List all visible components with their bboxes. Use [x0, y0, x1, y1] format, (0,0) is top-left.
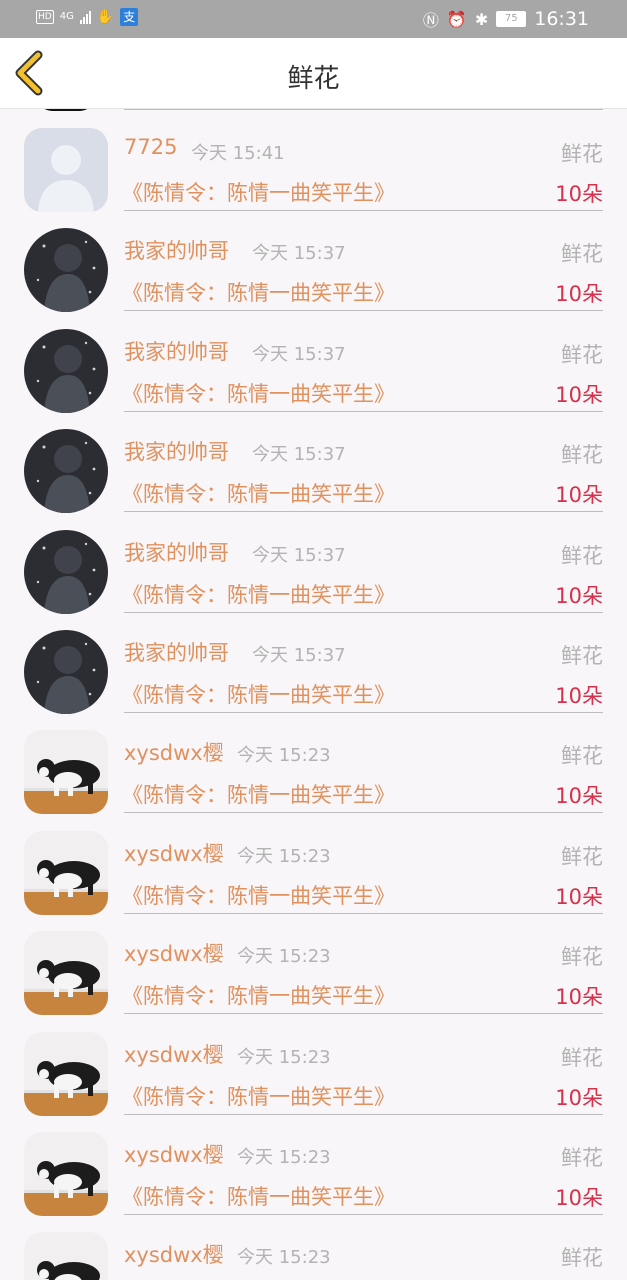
song-title[interactable]: 《陈情令：陈情一曲笑平生》	[122, 478, 395, 508]
gift-type: 鲜花	[561, 142, 603, 166]
notification-icon: ✋	[96, 9, 115, 25]
list-item[interactable]: 我家的帅哥 今天 15:37 鲜花《陈情令：陈情一曲笑平生》 10朵	[0, 511, 627, 614]
avatar[interactable]	[24, 228, 108, 313]
avatar[interactable]	[24, 1031, 108, 1116]
battery-icon: 75	[496, 11, 527, 27]
signal-icon	[79, 10, 91, 24]
sender-name[interactable]: xysdwx樱	[124, 1039, 224, 1069]
list-item[interactable]: 我家的帅哥 今天 15:37 鲜花《陈情令：陈情一曲笑平生》 10朵	[0, 410, 627, 514]
avatar[interactable]	[24, 1132, 108, 1216]
gift-type: 鲜花	[561, 744, 603, 769]
song-title[interactable]: 《陈情令：陈情一曲笑平生》	[122, 277, 395, 307]
sent-time: 今天 15:23	[237, 946, 331, 968]
sent-time: 今天 15:23	[237, 1147, 331, 1168]
avatar[interactable]	[24, 429, 108, 514]
avatar[interactable]	[24, 931, 108, 1016]
sender-name[interactable]: xysdwx樱	[124, 1239, 224, 1269]
gift-type: 鲜花	[561, 1146, 603, 1170]
list-item[interactable]: 我家的帅哥 今天 15:37 鲜花《陈情令：陈情一曲笑平生》 10朵	[0, 209, 627, 313]
nfc-icon: Ⓝ	[422, 11, 439, 30]
gift-type: 鲜花	[561, 644, 603, 668]
list-item[interactable]: 7725 今天 15:41 鲜花《陈情令：陈情一曲笑平生》 10朵	[0, 109, 627, 212]
avatar[interactable]	[24, 730, 108, 815]
sender-name[interactable]: 7725	[124, 135, 177, 159]
song-title[interactable]: 《陈情令：陈情一曲笑平生》	[122, 579, 395, 609]
gift-quantity: 10朵	[555, 884, 603, 909]
avatar[interactable]	[24, 830, 108, 915]
gift-quantity: 10朵	[555, 182, 603, 206]
sent-time: 今天 15:37	[252, 243, 346, 265]
sender-name[interactable]: xysdwx樱	[124, 838, 224, 868]
sent-time: 今天 15:37	[252, 444, 346, 466]
sender-name[interactable]: xysdwx樱	[124, 737, 224, 767]
gift-quantity: 10朵	[555, 1186, 603, 1210]
status-right: Ⓝ ⏰ ✱ 75 16:31	[423, 7, 589, 31]
sent-time: 今天 15:41	[191, 143, 285, 164]
song-title[interactable]: 《陈情令：陈情一曲笑平生》	[122, 177, 395, 207]
list-item[interactable]: xysdwx樱 今天 15:23 鲜花《陈情令：陈情一曲笑平生》 10朵	[0, 1013, 627, 1116]
list-item[interactable]: xysdwx樱 今天 15:23 鲜花《陈情令：陈情一曲笑平生》 10朵	[0, 912, 627, 1016]
status-left: HD 4G ✋ 支	[36, 8, 139, 26]
status-bar: HD 4G ✋ 支 Ⓝ ⏰ ✱ 75 16:31	[0, 0, 627, 38]
song-title[interactable]: 《陈情令：陈情一曲笑平生》	[122, 1181, 395, 1211]
song-title[interactable]: 《陈情令：陈情一曲笑平生》	[122, 880, 395, 910]
gift-type: 鲜花	[561, 945, 603, 970]
sender-name[interactable]: 我家的帅哥	[124, 235, 229, 265]
gift-quantity: 10朵	[555, 282, 603, 307]
sender-name[interactable]: 我家的帅哥	[124, 336, 229, 366]
sent-time: 今天 15:23	[237, 745, 331, 767]
list-item[interactable]: 我家的帅哥 今天 15:37 鲜花《陈情令：陈情一曲笑平生》 10朵	[0, 611, 627, 714]
avatar[interactable]	[24, 328, 108, 413]
sender-name[interactable]: 我家的帅哥	[124, 637, 229, 667]
gift-type: 鲜花	[561, 242, 603, 267]
nav-bar: 鲜花	[0, 38, 627, 109]
alipay-icon: 支	[120, 8, 139, 26]
gift-type: 鲜花	[561, 1045, 603, 1070]
gift-type: 鲜花	[561, 342, 603, 367]
list-item[interactable]: xysdwx樱 今天 15:23 鲜花《陈情令：陈情一曲笑平生》 10朵	[0, 1113, 627, 1216]
sent-time: 今天 15:23	[237, 1247, 331, 1269]
gift-type: 鲜花	[561, 1246, 603, 1271]
hd-indicator: HD	[36, 10, 54, 24]
list-item[interactable]: xysdwx樱 今天 15:23 鲜花《陈情令：陈情一曲笑平生》 10朵	[0, 711, 627, 815]
sent-time: 今天 15:23	[237, 1046, 331, 1068]
gift-quantity: 10朵	[555, 985, 603, 1010]
alarm-icon: ⏰	[446, 9, 467, 29]
gift-type: 鲜花	[561, 443, 603, 468]
list-item[interactable]: 我家的帅哥 今天 15:37 鲜花《陈情令：陈情一曲笑平生》 10朵	[0, 310, 627, 413]
song-title[interactable]: 《陈情令：陈情一曲笑平生》	[122, 378, 395, 408]
list-item[interactable]: xysdwx樱 今天 15:23 鲜花《陈情令：陈情一曲笑平生》 10朵	[0, 812, 627, 915]
sender-name[interactable]: xysdwx樱	[124, 938, 224, 968]
avatar[interactable]	[24, 630, 108, 714]
song-title[interactable]: 《陈情令：陈情一曲笑平生》	[122, 1081, 395, 1111]
sender-name[interactable]: xysdwx樱	[124, 1139, 224, 1169]
gift-quantity: 10朵	[555, 1085, 603, 1110]
avatar[interactable]	[24, 529, 108, 614]
sent-time: 今天 15:37	[252, 544, 346, 566]
gift-quantity: 10朵	[555, 382, 603, 407]
song-title[interactable]: 《陈情令：陈情一曲笑平生》	[122, 980, 395, 1010]
gift-list[interactable]: 7725 今天 15:41 鲜花 《陈情令：陈情一曲笑平生》 10朵 我家的帅哥 今天 15…	[0, 109, 627, 1280]
list-item[interactable]: xysdwx樱今天 15:23鲜花《陈情令：陈情一曲笑平生》	[0, 1213, 627, 1280]
song-title[interactable]: 《陈情令：陈情一曲笑平生》	[122, 679, 395, 709]
bluetooth-icon: ✱	[474, 9, 489, 29]
sender-name[interactable]: 我家的帅哥	[124, 537, 229, 567]
sender-name[interactable]: 我家的帅哥	[124, 436, 229, 466]
gift-type: 鲜花	[561, 844, 603, 869]
song-title[interactable]: 《陈情令：陈情一曲笑平生》	[122, 779, 395, 809]
gift-quantity: 10朵	[555, 483, 603, 508]
sent-time: 今天 15:37	[252, 343, 346, 365]
network-type: 4G	[59, 11, 74, 22]
gift-type: 鲜花	[561, 543, 603, 568]
avatar[interactable]	[24, 128, 108, 212]
gift-quantity: 10朵	[555, 784, 603, 809]
gift-quantity: 10朵	[555, 583, 603, 608]
page-title: 鲜花	[287, 64, 340, 94]
gift-quantity: 10朵	[555, 684, 603, 708]
avatar[interactable]	[24, 1232, 108, 1280]
sent-time: 今天 15:37	[252, 645, 346, 666]
status-time: 16:31	[534, 8, 589, 30]
sent-time: 今天 15:23	[237, 845, 331, 867]
